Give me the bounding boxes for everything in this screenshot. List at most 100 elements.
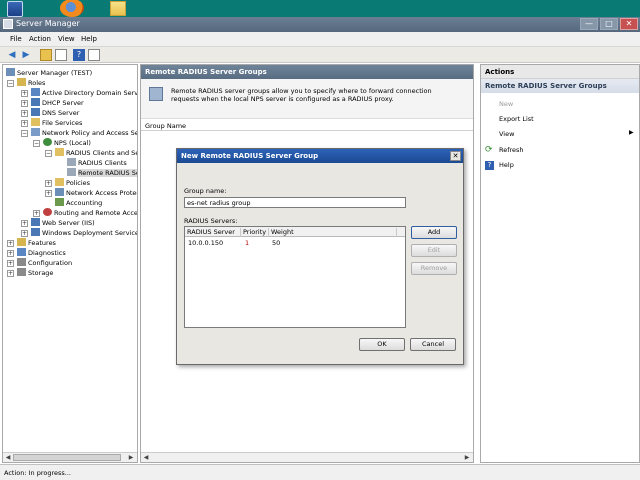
scroll-right-icon[interactable]: ▶ [127, 454, 135, 462]
edit-button[interactable]: Edit [411, 244, 457, 257]
tree-item-wds[interactable]: Windows Deployment Services [31, 228, 137, 238]
title-bar: Server Manager — □ ✕ [0, 17, 640, 32]
tree-item-rras[interactable]: Routing and Remote Access [43, 208, 137, 218]
server-manager-taskbar-icon[interactable] [7, 1, 23, 17]
tree-features[interactable]: Features [17, 238, 56, 248]
actions-group-header[interactable]: Remote RADIUS Server Groups [481, 79, 639, 93]
expander-dns[interactable]: + [21, 110, 28, 117]
radius-servers-list[interactable]: RADIUS Server Priority Weight 10.0.0.150… [184, 226, 406, 328]
dialog-close-button[interactable]: ✕ [450, 151, 461, 161]
radius-server-icon [149, 87, 163, 101]
tree-item-nap[interactable]: Network Access Protect [55, 188, 137, 198]
tree-diagnostics[interactable]: Diagnostics [17, 248, 66, 258]
menu-file[interactable]: File [10, 35, 22, 43]
expander-dhcp[interactable]: + [21, 100, 28, 107]
tree-item-radius-clients-servers[interactable]: RADIUS Clients and Ser [55, 148, 137, 158]
expander-policies[interactable]: + [45, 180, 52, 187]
tree-item-dhcp[interactable]: DHCP Server [31, 98, 84, 108]
firefox-icon[interactable] [60, 0, 84, 17]
add-button[interactable]: Add [411, 226, 457, 239]
expander-nap[interactable]: + [45, 190, 52, 197]
refresh-icon[interactable]: ⟳ [485, 146, 494, 155]
expander-wds[interactable]: + [21, 230, 28, 237]
remove-button[interactable]: Remove [411, 262, 457, 275]
tree-configuration[interactable]: Configuration [17, 258, 72, 268]
toolbar: ◀ ▶ ? [0, 47, 640, 63]
expander-iis[interactable]: + [21, 220, 28, 227]
column-group-name[interactable]: Group Name [141, 120, 473, 131]
help-icon[interactable]: ? [485, 161, 494, 170]
expander-roles[interactable]: − [7, 80, 14, 87]
scroll-thumb[interactable] [13, 454, 121, 461]
folder-icon[interactable] [110, 1, 126, 16]
expander-diagnostics[interactable]: + [7, 250, 14, 257]
menu-help[interactable]: Help [81, 35, 97, 43]
dns-icon [31, 108, 40, 116]
expander-radius-clients-servers[interactable]: − [45, 150, 52, 157]
tree-horizontal-scrollbar[interactable]: ◀ ▶ [3, 452, 137, 462]
menu-bar: File Action View Help [0, 32, 640, 47]
tree-item-npas[interactable]: Network Policy and Access Serv [31, 128, 137, 138]
results-horizontal-scrollbar[interactable]: ◀ ▶ [141, 452, 473, 462]
menu-view[interactable]: View [58, 35, 75, 43]
group-name-input[interactable] [184, 197, 406, 208]
group-name-label: Group name: [184, 187, 227, 195]
help-icon[interactable]: ? [73, 49, 85, 61]
web-server-icon [31, 218, 40, 226]
tree-item-accounting[interactable]: Accounting [55, 198, 102, 208]
expander-file-services[interactable]: + [21, 120, 28, 127]
folder-icon [55, 148, 64, 156]
close-button[interactable]: ✕ [620, 18, 638, 30]
expander-storage[interactable]: + [7, 270, 14, 277]
expander-adds[interactable]: + [21, 90, 28, 97]
tree-item-file-services[interactable]: File Services [31, 118, 82, 128]
column-weight[interactable]: Weight [269, 228, 397, 237]
expander-rras[interactable]: + [33, 210, 40, 217]
status-bar: Action: In progress... [0, 464, 640, 480]
forward-arrow-icon[interactable]: ▶ [20, 49, 32, 61]
tree-root[interactable]: Server Manager (TEST) [6, 68, 92, 78]
server-icon [6, 68, 15, 76]
expander-nps-local[interactable]: − [33, 140, 40, 147]
tree-roles[interactable]: Roles [17, 78, 45, 88]
up-folder-icon[interactable] [40, 49, 52, 61]
action-view[interactable]: View [499, 130, 514, 138]
results-header: Remote RADIUS Server Groups [141, 65, 473, 79]
tree-item-iis[interactable]: Web Server (IIS) [31, 218, 95, 228]
tree-item-remote-radius-server-groups[interactable]: Remote RADIUS Se [67, 168, 137, 178]
column-priority[interactable]: Priority [241, 228, 269, 237]
column-radius-server[interactable]: RADIUS Server [185, 228, 241, 237]
tree-item-dns[interactable]: DNS Server [31, 108, 79, 118]
taskbar [0, 0, 640, 17]
network-policy-icon [31, 128, 40, 136]
tree-item-nps-local[interactable]: NPS (Local) [43, 138, 91, 148]
dhcp-icon [31, 98, 40, 106]
tree-item-policies[interactable]: Policies [55, 178, 90, 188]
expander-npas[interactable]: − [21, 130, 28, 137]
minimize-button[interactable]: — [580, 18, 598, 30]
expander-configuration[interactable]: + [7, 260, 14, 267]
action-new[interactable]: New [499, 100, 513, 108]
menu-action[interactable]: Action [29, 35, 51, 43]
show-hide-tree-icon[interactable] [55, 49, 67, 61]
radius-clients-icon [67, 158, 76, 166]
scroll-left-icon[interactable]: ◀ [4, 454, 12, 462]
scroll-left-icon[interactable]: ◀ [142, 454, 150, 462]
tree-item-adds[interactable]: Active Directory Domain Servic [31, 88, 137, 98]
diagnostics-icon [17, 248, 26, 256]
cancel-button[interactable]: Cancel [410, 338, 456, 351]
nap-icon [55, 188, 64, 196]
tree-item-radius-clients[interactable]: RADIUS Clients [67, 158, 127, 168]
status-text: Action: In progress... [4, 469, 71, 477]
ok-button[interactable]: OK [359, 338, 405, 351]
routing-icon [43, 208, 52, 216]
back-arrow-icon[interactable]: ◀ [6, 49, 18, 61]
properties-icon[interactable] [88, 49, 100, 61]
tree-storage[interactable]: Storage [17, 268, 53, 278]
scroll-right-icon[interactable]: ▶ [463, 454, 471, 462]
maximize-button[interactable]: □ [600, 18, 618, 30]
action-refresh[interactable]: Refresh [499, 146, 524, 154]
expander-features[interactable]: + [7, 240, 14, 247]
action-export-list[interactable]: Export List [499, 115, 534, 123]
action-help[interactable]: Help [499, 161, 514, 169]
